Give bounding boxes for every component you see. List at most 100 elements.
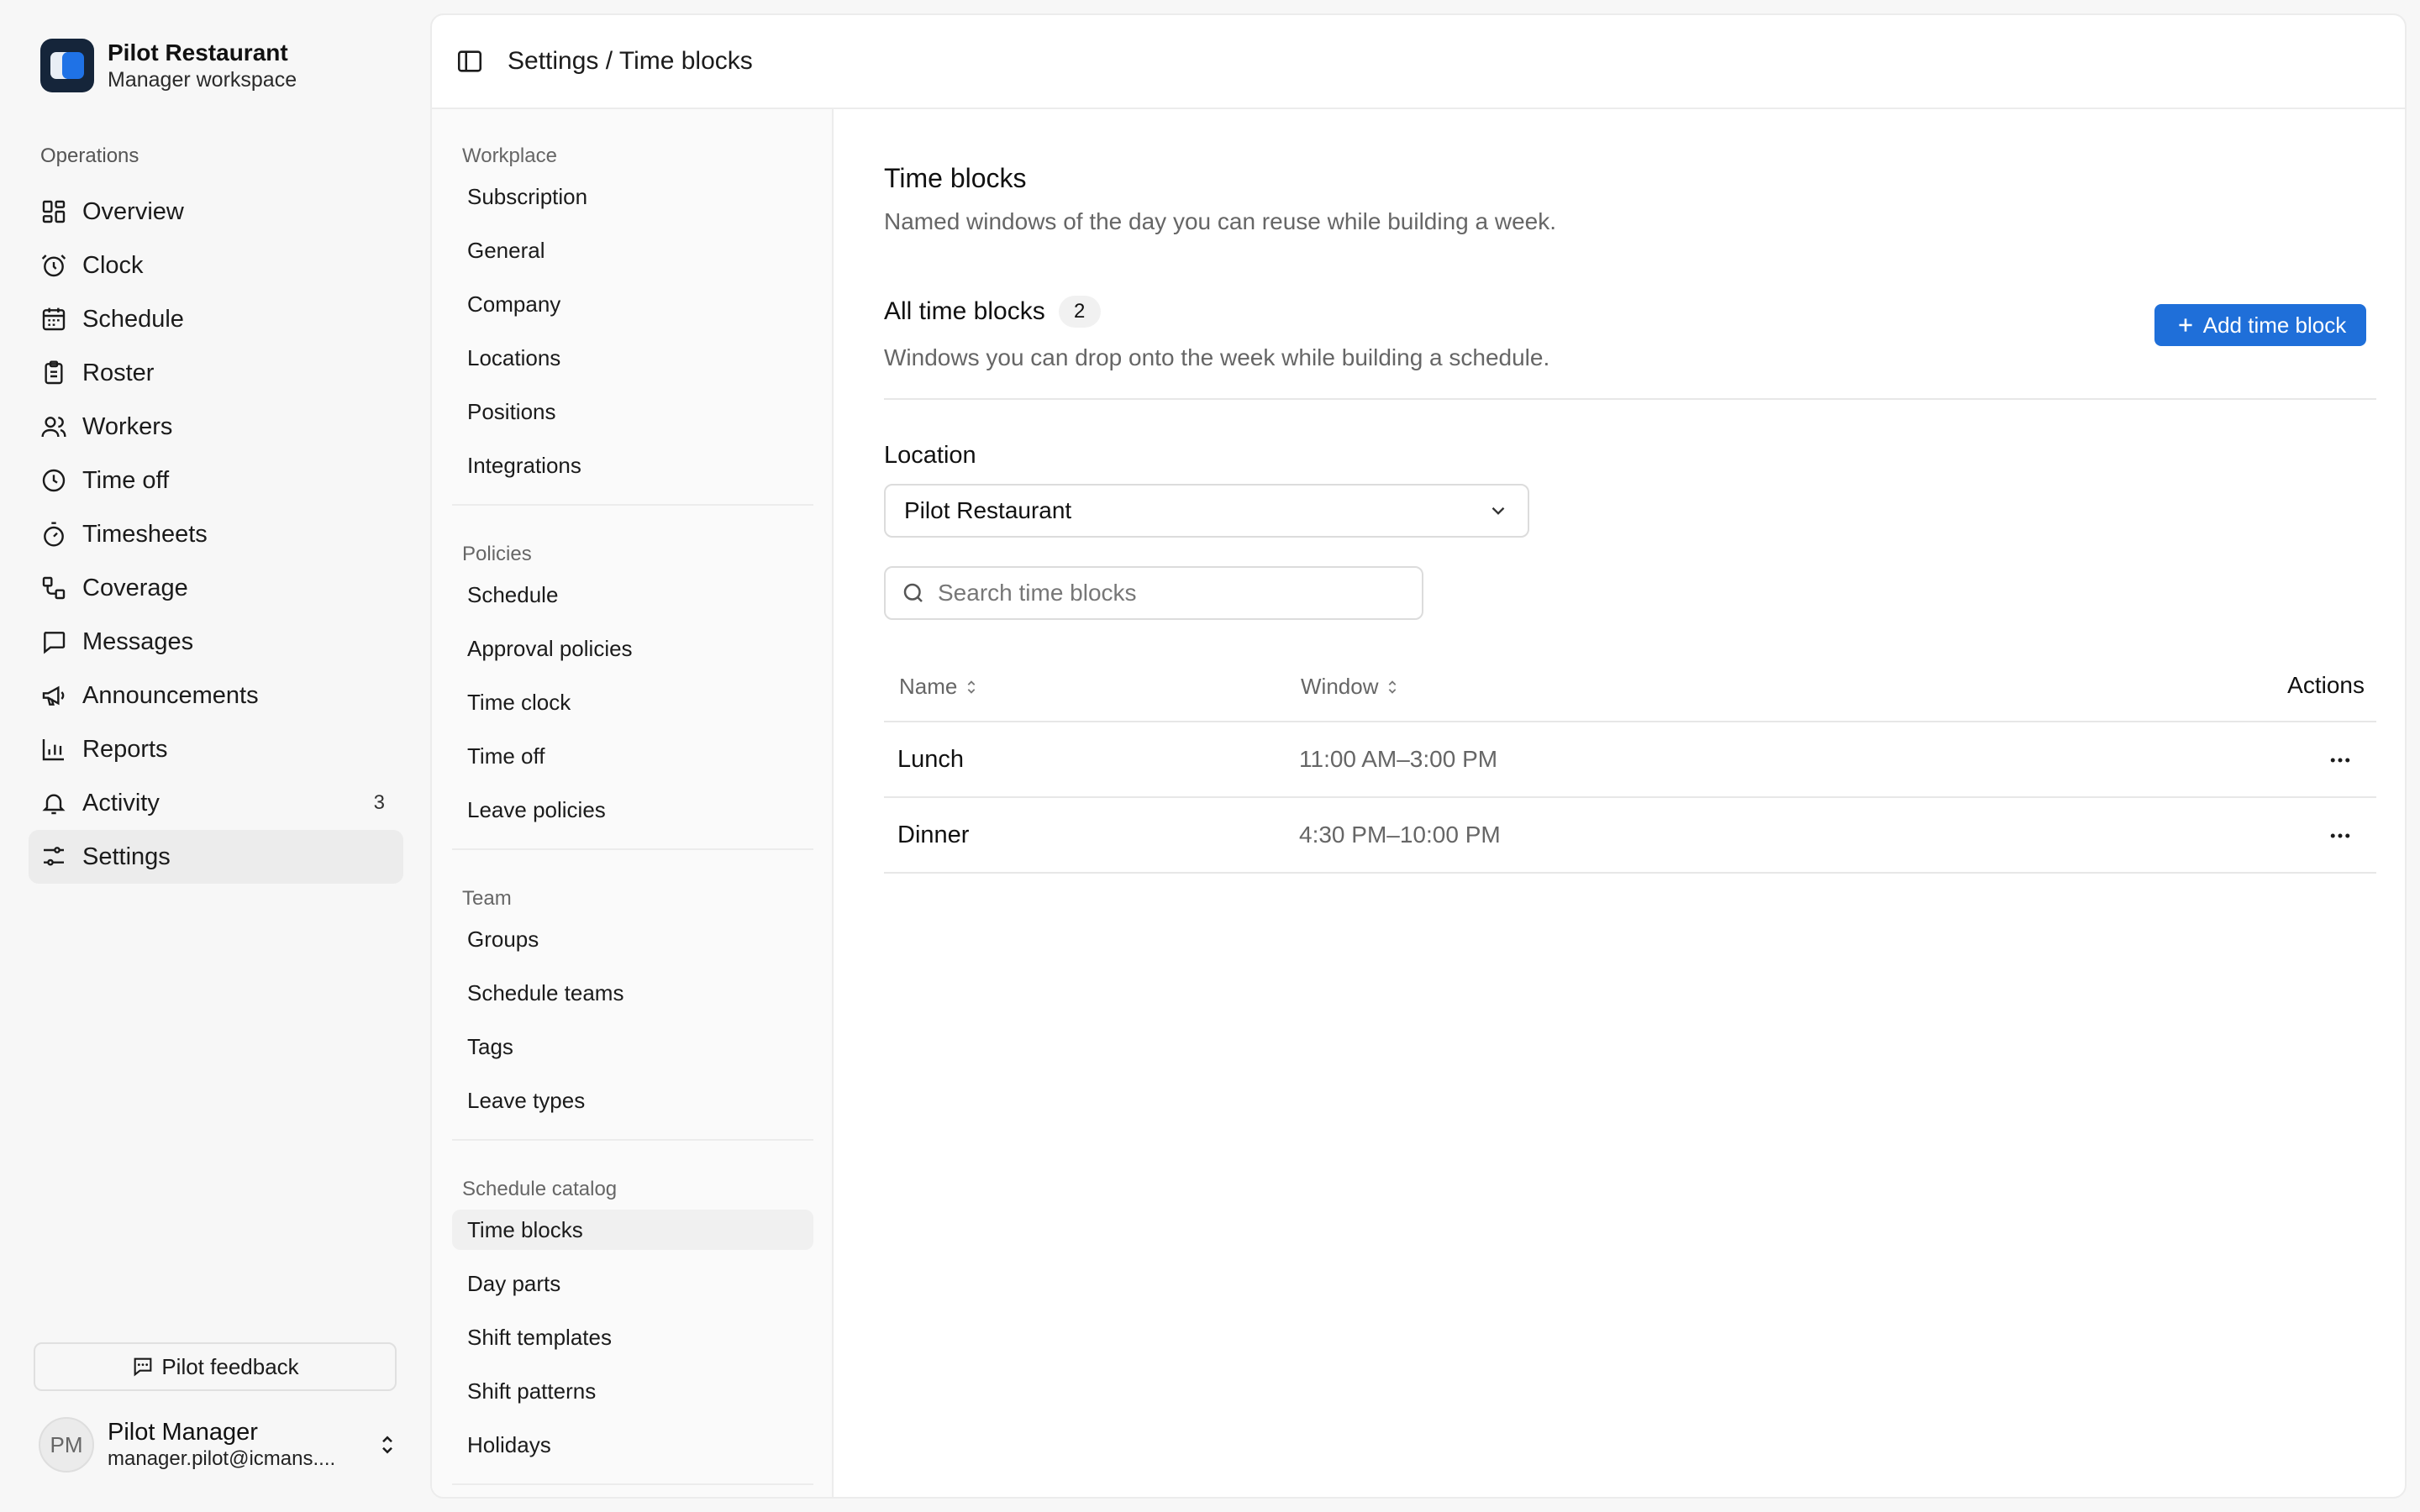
search-input[interactable] [938, 580, 1407, 606]
workspace-switcher[interactable]: Pilot Restaurant Manager workspace [40, 39, 297, 92]
settings-item-time-blocks[interactable]: Time blocks [452, 1210, 813, 1250]
column-header-window[interactable]: Window [1301, 674, 1402, 700]
activity-count-badge: 3 [373, 791, 385, 814]
settings-group-title: Workplace [462, 144, 557, 167]
user-menu[interactable]: PM Pilot Manager manager.pilot@icmans...… [39, 1416, 400, 1473]
sidebar-item-label: Schedule [82, 305, 184, 333]
message-icon [44, 632, 66, 654]
settings-item-subscription[interactable]: Subscription [452, 176, 813, 217]
chevron-down-icon [1491, 507, 1505, 515]
sidebar-toggle-icon[interactable] [455, 47, 484, 76]
feedback-label: Pilot feedback [161, 1353, 299, 1379]
location-label: Location [884, 442, 976, 469]
sidebar-item-schedule[interactable]: Schedule [29, 292, 403, 346]
sidebar-item-reports[interactable]: Reports [29, 722, 403, 776]
table-header: Name Window Actions [884, 647, 2376, 722]
more-actions-icon[interactable] [2326, 823, 2354, 848]
sidebar-item-time-off[interactable]: Time off [29, 454, 403, 507]
settings-item-time-off[interactable]: Time off [452, 736, 813, 776]
sidebar-item-label: Overview [82, 197, 184, 225]
sort-icon [1389, 680, 1397, 694]
section-subtitle: Windows you can drop onto the week while… [884, 344, 1550, 370]
sidebar-item-label: Workers [82, 412, 173, 440]
location-select[interactable]: Pilot Restaurant [884, 484, 1529, 538]
sidebar-item-overview[interactable]: Overview [29, 185, 403, 239]
user-email: manager.pilot@icmans.... [108, 1447, 336, 1470]
settings-group-workplace: Workplace Subscription General Company L… [452, 139, 813, 486]
settings-item-tags[interactable]: Tags [452, 1026, 813, 1067]
settings-item-integrations[interactable]: Integrations [452, 445, 813, 486]
settings-divider [452, 848, 813, 850]
avatar: PM [39, 1417, 94, 1473]
sidebar-item-label: Announcements [82, 681, 259, 709]
table-row: Lunch 11:00 AM–3:00 PM [884, 722, 2376, 798]
settings-item-positions[interactable]: Positions [452, 391, 813, 432]
bar-chart-icon [42, 739, 64, 761]
clipboard-icon [45, 360, 63, 385]
sidebar-item-label: Roster [82, 359, 155, 386]
settings-item-shift-templates[interactable]: Shift templates [452, 1317, 813, 1357]
calendar-icon [42, 307, 66, 331]
clock-icon [42, 469, 66, 492]
settings-item-schedule-teams[interactable]: Schedule teams [452, 973, 813, 1013]
pilot-feedback-button[interactable]: Pilot feedback [34, 1342, 397, 1391]
sidebar-item-clock[interactable]: Clock [29, 239, 403, 292]
workspace-name: Pilot Restaurant [108, 39, 288, 66]
sidebar-item-settings[interactable]: Settings [29, 830, 403, 884]
sidebar-item-roster[interactable]: Roster [29, 346, 403, 400]
grid-icon [42, 200, 66, 223]
settings-item-leave-types[interactable]: Leave types [452, 1080, 813, 1121]
sidebar-item-timesheets[interactable]: Timesheets [29, 507, 403, 561]
main-nav: Overview Clock Schedule Roster Workers T… [29, 185, 403, 884]
breadcrumb: Settings / Time blocks [508, 47, 753, 75]
sidebar-item-activity[interactable]: Activity 3 [29, 776, 403, 830]
settings-item-general[interactable]: General [452, 230, 813, 270]
section-title: All time blocks [884, 297, 1045, 325]
chevron-up-down-icon [382, 1436, 392, 1454]
alarm-clock-icon [41, 255, 66, 277]
sliders-icon [44, 847, 64, 866]
sidebar-item-messages[interactable]: Messages [29, 615, 403, 669]
sidebar-item-label: Timesheets [82, 520, 208, 548]
settings-item-approval-policies[interactable]: Approval policies [452, 628, 813, 669]
settings-item-shift-patterns[interactable]: Shift patterns [452, 1371, 813, 1411]
nav-section-title: Operations [40, 144, 139, 167]
app-sidebar: Pilot Restaurant Manager workspace Opera… [0, 0, 429, 1512]
sidebar-item-coverage[interactable]: Coverage [29, 561, 403, 615]
column-header-actions: Actions [2287, 672, 2365, 698]
settings-divider [452, 1483, 813, 1485]
feedback-message-icon [134, 1357, 152, 1377]
sidebar-item-label: Messages [82, 627, 194, 655]
location-select-value: Pilot Restaurant [904, 497, 1072, 523]
settings-group-title: Policies [462, 543, 532, 565]
settings-group-schedule-catalog: Schedule catalog Time blocks Day parts S… [452, 1173, 813, 1465]
add-time-block-button[interactable]: Add time block [2154, 304, 2366, 346]
section-divider [884, 398, 2376, 400]
column-header-label: Window [1301, 674, 1379, 699]
page-title: Time blocks [884, 163, 1027, 193]
page-subtitle: Named windows of the day you can reuse w… [884, 208, 1557, 234]
column-header-name[interactable]: Name [899, 674, 981, 700]
more-actions-icon[interactable] [2326, 748, 2354, 773]
sidebar-item-workers[interactable]: Workers [29, 400, 403, 454]
time-block-window: 11:00 AM–3:00 PM [1299, 746, 1498, 772]
user-name: Pilot Manager [108, 1419, 258, 1446]
section-header: All time blocks 2 [884, 296, 1101, 328]
time-block-name: Dinner [897, 822, 970, 848]
settings-item-time-clock[interactable]: Time clock [452, 682, 813, 722]
settings-group-title: Schedule catalog [462, 1178, 618, 1200]
settings-item-company[interactable]: Company [452, 284, 813, 324]
sidebar-item-label: Settings [82, 843, 171, 870]
sidebar-item-label: Activity [82, 789, 160, 816]
settings-item-leave-policies[interactable]: Leave policies [452, 790, 813, 830]
sidebar-item-announcements[interactable]: Announcements [29, 669, 403, 722]
settings-item-holidays[interactable]: Holidays [452, 1425, 813, 1465]
settings-item-groups[interactable]: Groups [452, 919, 813, 959]
time-blocks-table: Name Window Actions Lunch 11:00 AM–3:00 … [884, 647, 2376, 874]
settings-item-day-parts[interactable]: Day parts [452, 1263, 813, 1304]
sidebar-item-label: Reports [82, 735, 168, 763]
settings-item-schedule[interactable]: Schedule [452, 575, 813, 615]
settings-item-locations[interactable]: Locations [452, 338, 813, 378]
workspace-subtitle: Manager workspace [108, 68, 297, 92]
coverage-icon [42, 576, 66, 600]
